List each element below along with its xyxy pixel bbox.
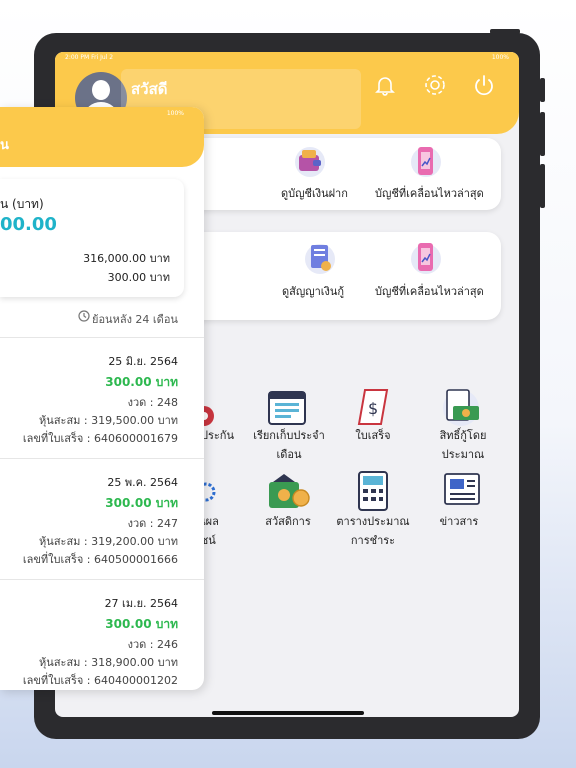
menu-news-label[interactable]: ข่าวสาร: [437, 512, 481, 531]
view-loan-link[interactable]: ดูสัญญาเงินกู้: [282, 282, 344, 300]
history-clock-icon: [78, 310, 90, 322]
item-accumulated-shares: หุ้นสะสม : 319,200.00 บาท: [39, 535, 178, 548]
welfare-icon[interactable]: [265, 470, 311, 512]
panel-header: 100% น: [0, 107, 204, 167]
menu-payment-schedule-label[interactable]: ตารางประมาณ การชำระ: [331, 512, 415, 550]
phone-chart-icon[interactable]: [408, 144, 444, 178]
item-date: 25 มิ.ย. 2564: [108, 355, 178, 368]
menu-receipt-label[interactable]: ใบเสร็จ: [353, 426, 393, 445]
item-period: งวด : 247: [127, 517, 178, 530]
panel-title: น: [0, 138, 9, 153]
item-accumulated-shares: หุ้นสะสม : 319,500.00 บาท: [39, 414, 178, 427]
summary-big-value: 00.00: [0, 214, 57, 235]
history-range-label[interactable]: ย้อนหลัง 24 เดือน: [92, 310, 178, 328]
item-amount: 300.00 บาท: [105, 617, 178, 631]
summary-monthly: 300.00 บาท: [107, 271, 170, 284]
svg-text:$: $: [368, 399, 378, 418]
share-history-panel: 100% น น (บาท) 00.00 316,000.00 บาท 300.…: [0, 107, 204, 690]
home-indicator: [212, 711, 364, 715]
loan-recent-link[interactable]: บัญชีที่เคลื่อนไหวล่าสุด: [375, 282, 484, 300]
share-summary-card: น (บาท) 00.00 316,000.00 บาท 300.00 บาท: [0, 179, 184, 297]
device-volume-up: [540, 112, 545, 156]
summary-share-total: 316,000.00 บาท: [83, 252, 170, 265]
item-receipt-number: เลขที่ใบเสร็จ : 640600001679: [22, 432, 178, 445]
item-period: งวด : 246: [127, 638, 178, 651]
item-amount: 300.00 บาท: [105, 375, 178, 389]
item-period: งวด : 248: [127, 396, 178, 409]
summary-label: น (บาท): [0, 197, 44, 211]
calculator-icon[interactable]: [355, 470, 391, 512]
history-list-item[interactable]: 27 เม.ย. 2564 300.00 บาท งวด : 246 หุ้นส…: [0, 579, 204, 690]
menu-monthly-billing-label[interactable]: เรียกเก็บประจำ เดือน: [251, 426, 327, 464]
gear-icon[interactable]: [422, 72, 448, 98]
loan-rights-icon[interactable]: [439, 386, 483, 430]
view-deposit-link[interactable]: ดูบัญชีเงินฝาก: [281, 184, 348, 202]
bell-icon[interactable]: [372, 72, 398, 98]
phone-chart-icon[interactable]: [408, 240, 444, 276]
deposit-recent-link[interactable]: บัญชีที่เคลื่อนไหวล่าสุด: [375, 184, 484, 202]
item-accumulated-shares: หุ้นสะสม : 318,900.00 บาท: [39, 656, 178, 669]
item-receipt-number: เลขที่ใบเสร็จ : 640400001202: [22, 674, 178, 687]
menu-insurance-label[interactable]: ประกัน: [201, 426, 234, 445]
loan-document-icon[interactable]: [302, 240, 338, 276]
calendar-billing-icon[interactable]: [267, 388, 307, 426]
wallet-icon[interactable]: [292, 144, 328, 178]
panel-status-battery: 100%: [166, 110, 184, 117]
menu-welfare-label[interactable]: สวัสดิการ: [261, 512, 315, 531]
item-amount: 300.00 บาท: [105, 496, 178, 510]
receipt-icon[interactable]: $: [353, 386, 395, 428]
item-receipt-number: เลขที่ใบเสร็จ : 640500001666: [22, 553, 178, 566]
status-battery: 100%: [491, 54, 509, 61]
history-list-item[interactable]: 25 พ.ค. 2564 300.00 บาท งวด : 247 หุ้นสะ…: [0, 458, 204, 579]
item-date: 27 เม.ย. 2564: [104, 597, 178, 610]
newspaper-icon[interactable]: [439, 470, 483, 510]
item-date: 25 พ.ค. 2564: [107, 476, 178, 489]
greeting-text: สวัสดี: [131, 80, 168, 98]
device-volume-down: [540, 164, 545, 208]
history-list-item[interactable]: 25 มิ.ย. 2564 300.00 บาท งวด : 248 หุ้นส…: [0, 337, 204, 458]
power-icon[interactable]: [471, 72, 497, 98]
menu-loan-rights-label[interactable]: สิทธิ์กู้โดย ประมาณ: [433, 426, 493, 464]
status-time: 2:00 PM Fri Jul 2: [65, 54, 114, 61]
device-mute-switch: [540, 78, 545, 102]
